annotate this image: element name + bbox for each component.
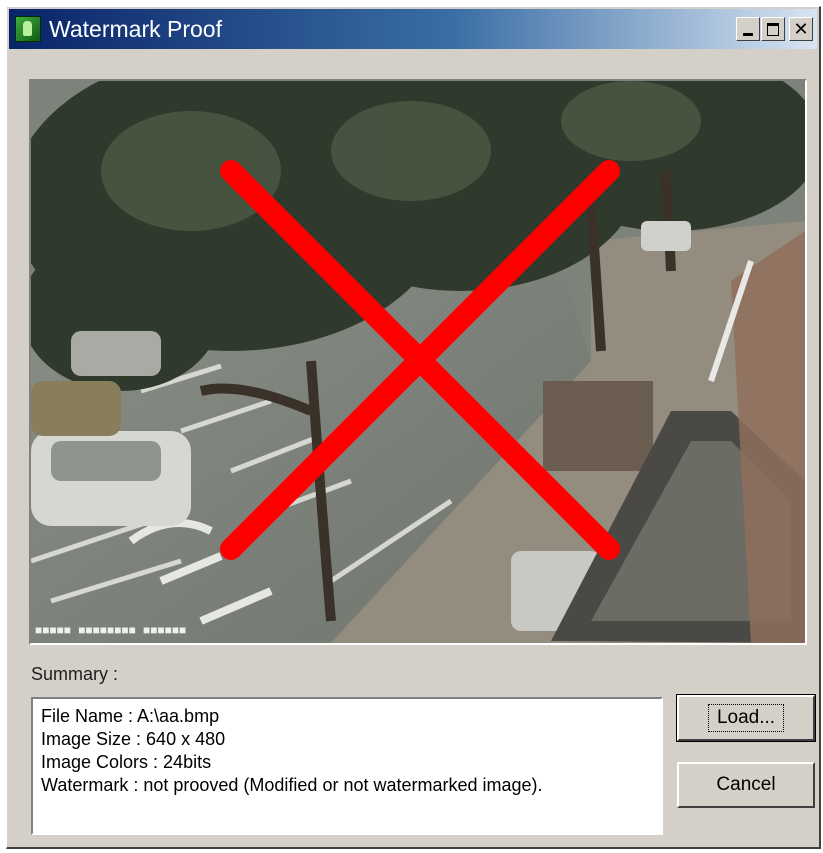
image-viewer: ■■■■■ ■■■■■■■■ ■■■■■■ (29, 79, 807, 645)
close-icon: ✕ (793, 19, 809, 39)
cancel-button-label: Cancel (716, 774, 776, 795)
summary-file-name: File Name : A:\aa.bmp (41, 706, 220, 726)
summary-image-colors: Image Colors : 24bits (41, 752, 212, 772)
summary-label: Summary : (31, 664, 119, 684)
summary-textbox[interactable]: File Name : A:\aa.bmp Image Size : 640 x… (31, 697, 663, 835)
minimize-button[interactable] (736, 17, 760, 41)
summary-watermark-status: Watermark : not prooved (Modified or not… (41, 775, 543, 795)
summary-image-size: Image Size : 640 x 480 (41, 729, 226, 749)
street-photo: ■■■■■ ■■■■■■■■ ■■■■■■ (31, 81, 805, 643)
window-title: Watermark Proof (49, 16, 222, 42)
app-icon (15, 16, 41, 42)
load-button-label: Load... (707, 704, 785, 732)
load-button[interactable]: Load... (676, 694, 816, 742)
cancel-button[interactable]: Cancel (677, 762, 815, 808)
close-button[interactable]: ✕ (789, 17, 813, 41)
watermark-proof-window: Watermark Proof ✕ ■■■■■ ■■■■■■■■ ■■■■■■ … (6, 6, 821, 849)
maximize-button[interactable] (761, 17, 785, 41)
title-bar[interactable]: Watermark Proof ✕ (9, 9, 817, 49)
svg-text:■■■■■ ■■■■■■■■ ■■■■■■: ■■■■■ ■■■■■■■■ ■■■■■■ (35, 624, 186, 638)
